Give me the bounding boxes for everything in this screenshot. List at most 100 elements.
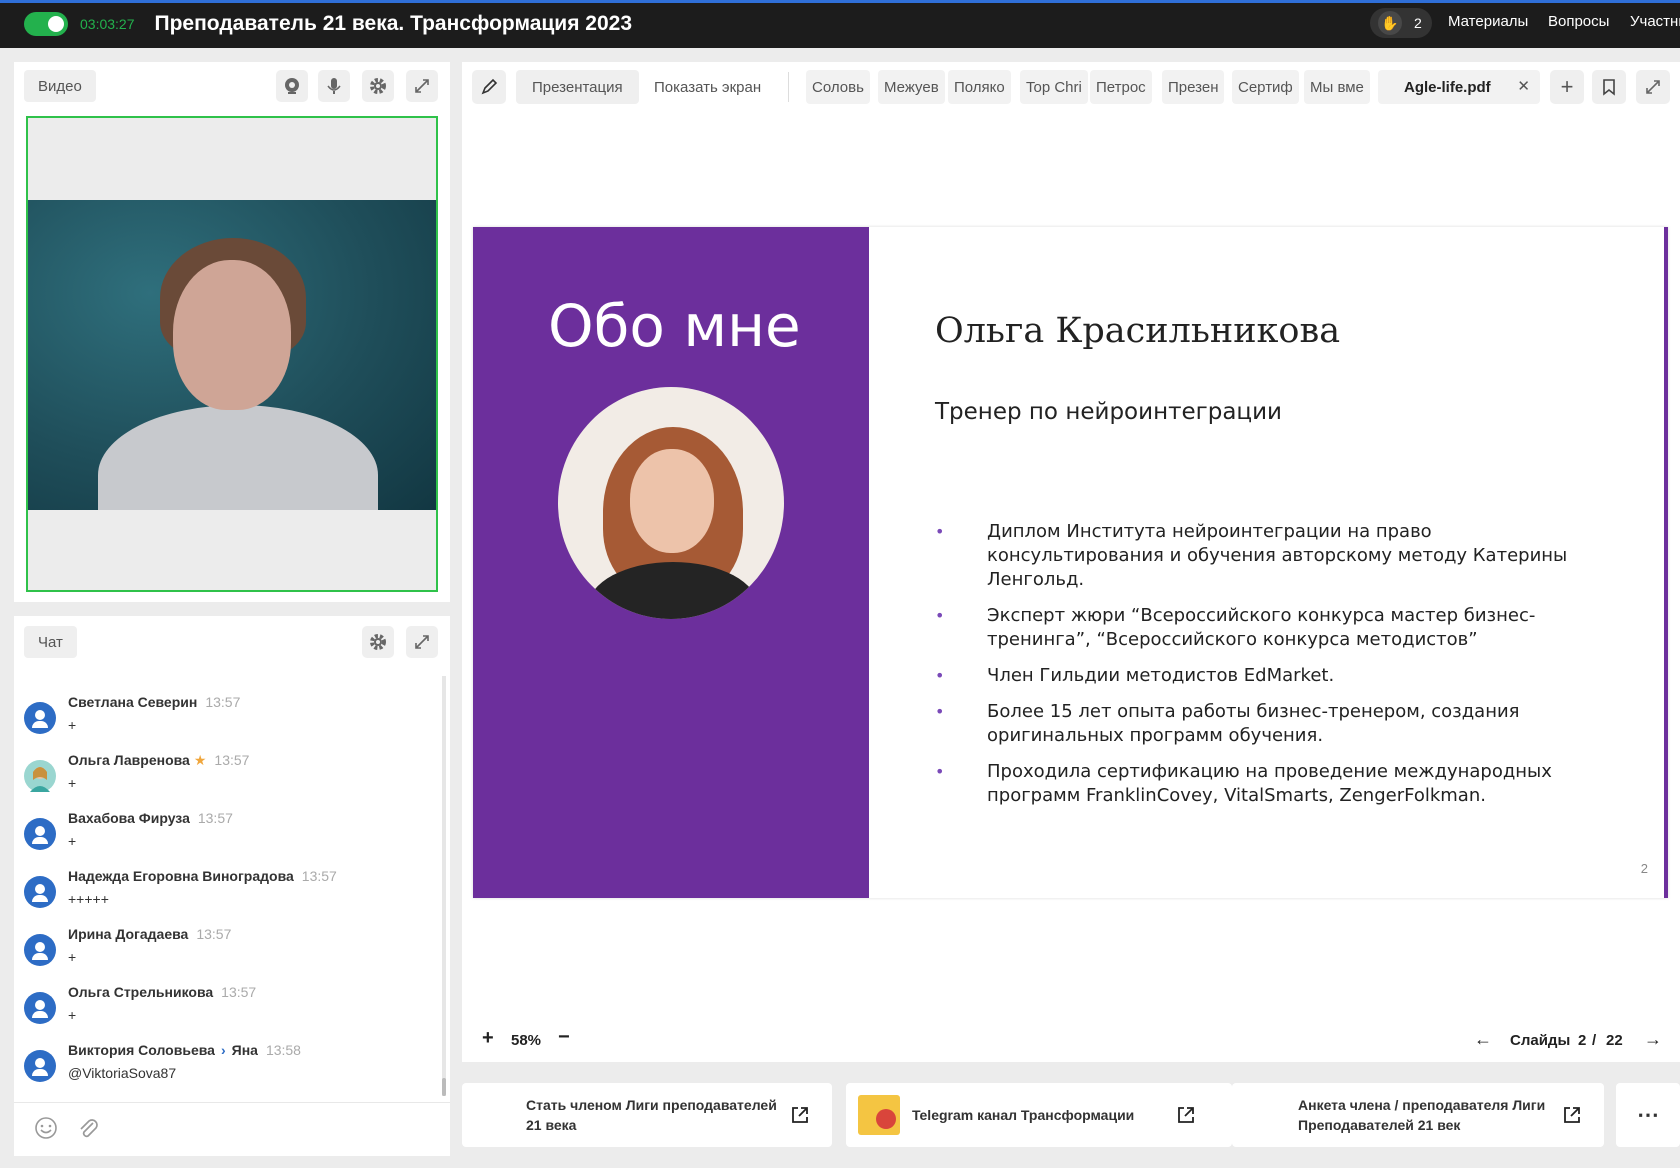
slide-bullet: Эксперт жюри “Всероссийского конкурса ма… [935,604,1575,652]
chat-settings-button[interactable] [362,626,394,658]
link-label: Стать членом Лиги преподавателей 21 века [526,1097,777,1133]
video-expand-button[interactable] [406,70,438,102]
expand-icon [415,79,429,93]
tab-share-screen[interactable]: Показать экран [648,70,767,104]
raised-hands-count: 2 [1414,15,1422,31]
webinar-title: Преподаватель 21 века. Трансформация 202… [154,12,633,35]
chat-author: Надежда Егоровна Виноградова 13:57 [68,868,337,884]
user-avatar [24,702,56,734]
chat-message: Вахабова Фируза 13:57 + [24,810,424,860]
presentation-expand-button[interactable] [1636,70,1670,104]
portrait-face [630,449,714,553]
expand-icon [415,635,429,649]
prev-slide-arrow-icon[interactable]: ← [1474,1029,1492,1050]
link-label: Анкета члена / преподавателя Лиги Препод… [1298,1097,1546,1133]
chat-message-list: Светлана Северин 13:57 + Ольга Лавренова ★… [14,668,434,1098]
nav-participants[interactable]: Участни [1630,13,1680,30]
chat-text: + [68,717,77,733]
chat-expand-button[interactable] [406,626,438,658]
chat-tab[interactable]: Чат [24,626,77,658]
presentation-slide: Обо мне Ольга Красильникова Тренер по не… [473,227,1668,898]
next-slide-arrow-icon[interactable]: → [1644,1029,1662,1050]
paperclip-icon [80,1119,98,1138]
add-file-button[interactable]: + [1550,70,1584,104]
slides-label: Слайды [1510,1032,1571,1049]
video-settings-button[interactable] [362,70,394,102]
nav-materials[interactable]: Материалы [1448,13,1528,30]
speaker-portrait [558,387,784,619]
microphone-icon [327,78,341,94]
telegram-thumbnail [858,1095,900,1135]
microphone-button[interactable] [318,70,350,102]
bookmark-icon [1603,79,1615,96]
chat-author: Виктория Соловьева › Яна 13:58 [68,1042,301,1058]
close-icon[interactable]: ✕ [1517,77,1530,95]
slide-bullet-list: Диплом Института нейроинтеграции на прав… [935,520,1575,820]
emoji-button[interactable] [34,1116,58,1145]
broadcast-toggle[interactable] [24,12,68,36]
slide-bullet: Диплом Института нейроинтеграции на прав… [935,520,1575,592]
external-link-icon [1564,1107,1580,1123]
zoom-in-button[interactable]: + [482,1027,494,1050]
chat-author: Ольга Лавренова ★ 13:57 [68,752,250,768]
slide-bullet: Более 15 лет опыта работы бизнес-тренеро… [935,700,1575,748]
more-dots-icon: ⋯ [1637,1102,1659,1127]
user-avatar-photo [24,760,56,792]
file-tab[interactable]: Петрос [1090,70,1152,104]
session-timer: 03:03:27 [80,16,135,32]
file-tab[interactable]: Мы вме [1304,70,1370,104]
gear-icon [370,78,386,94]
link-card-telegram[interactable]: Telegram канал Трансформации [846,1083,1232,1147]
pen-icon [481,78,498,95]
external-link-icon [1178,1107,1194,1123]
raised-hands-button[interactable]: ✋ 2 [1370,8,1432,38]
chat-author: Вахабова Фируза 13:57 [68,810,233,826]
zoom-out-button[interactable]: − [558,1026,570,1049]
top-bar: 03:03:27 Преподаватель 21 века. Трансфор… [0,0,1680,48]
slide-speaker-name: Ольга Красильникова [935,311,1341,351]
file-tab[interactable]: Соловь [806,70,870,104]
chat-text: + [68,1007,77,1023]
slide-bullet: Проходила сертификацию на проведение меж… [935,760,1575,808]
chat-scrollbar-track[interactable] [442,676,446,1096]
chat-text: + [68,949,77,965]
user-avatar [24,992,56,1024]
link-card-member-form[interactable]: Анкета члена / преподавателя Лиги Препод… [1232,1083,1604,1147]
more-links-button[interactable]: ⋯ [1616,1083,1680,1147]
attach-button[interactable] [76,1116,100,1145]
chat-message: Ольга Лавренова ★ 13:57 + [24,752,424,802]
slide-purple-column: Обо мне [473,227,869,898]
file-tab[interactable]: Сертиф [1232,70,1299,104]
gear-icon [370,634,386,650]
slide-page-number: 2 [1640,861,1648,876]
speaker-video[interactable] [26,116,438,592]
chat-message: Ольга Стрельникова 13:57 + [24,984,424,1034]
file-tab[interactable]: Презен [1162,70,1225,104]
link-label: Telegram канал Трансформации [912,1107,1135,1123]
file-tab[interactable]: Top Chri [1020,70,1088,104]
speaker-video-feed [28,200,436,510]
raise-hand-icon: ✋ [1378,11,1402,35]
chat-message: Светлана Северин 13:57 + [24,694,424,744]
active-file-name: Agle-life.pdf [1404,78,1491,96]
link-card-join-league[interactable]: Стать членом Лиги преподавателей 21 века [462,1083,832,1147]
user-avatar [24,818,56,850]
file-tab[interactable]: Межуев [878,70,945,104]
nav-questions[interactable]: Вопросы [1548,13,1609,30]
camera-button[interactable] [276,70,308,102]
file-tab[interactable]: Поляко [948,70,1011,104]
file-tab-active[interactable]: Agle-life.pdf ✕ [1378,70,1540,104]
chat-message: Ирина Догадаева 13:57 + [24,926,424,976]
external-link-icon [792,1107,808,1123]
emoji-icon [35,1117,57,1139]
chat-text: + [68,775,77,791]
tab-presentation[interactable]: Презентация [516,70,639,104]
user-avatar [24,876,56,908]
draw-button[interactable] [472,70,506,104]
toggle-knob [48,16,64,32]
chat-author: Ольга Стрельникова 13:57 [68,984,257,1000]
bookmark-button[interactable] [1592,70,1626,104]
chat-scrollbar-thumb[interactable] [442,1078,446,1096]
video-tab[interactable]: Видео [24,70,96,102]
chat-message: Виктория Соловьева › Яна 13:58 @ViktoriaSov… [24,1042,424,1092]
